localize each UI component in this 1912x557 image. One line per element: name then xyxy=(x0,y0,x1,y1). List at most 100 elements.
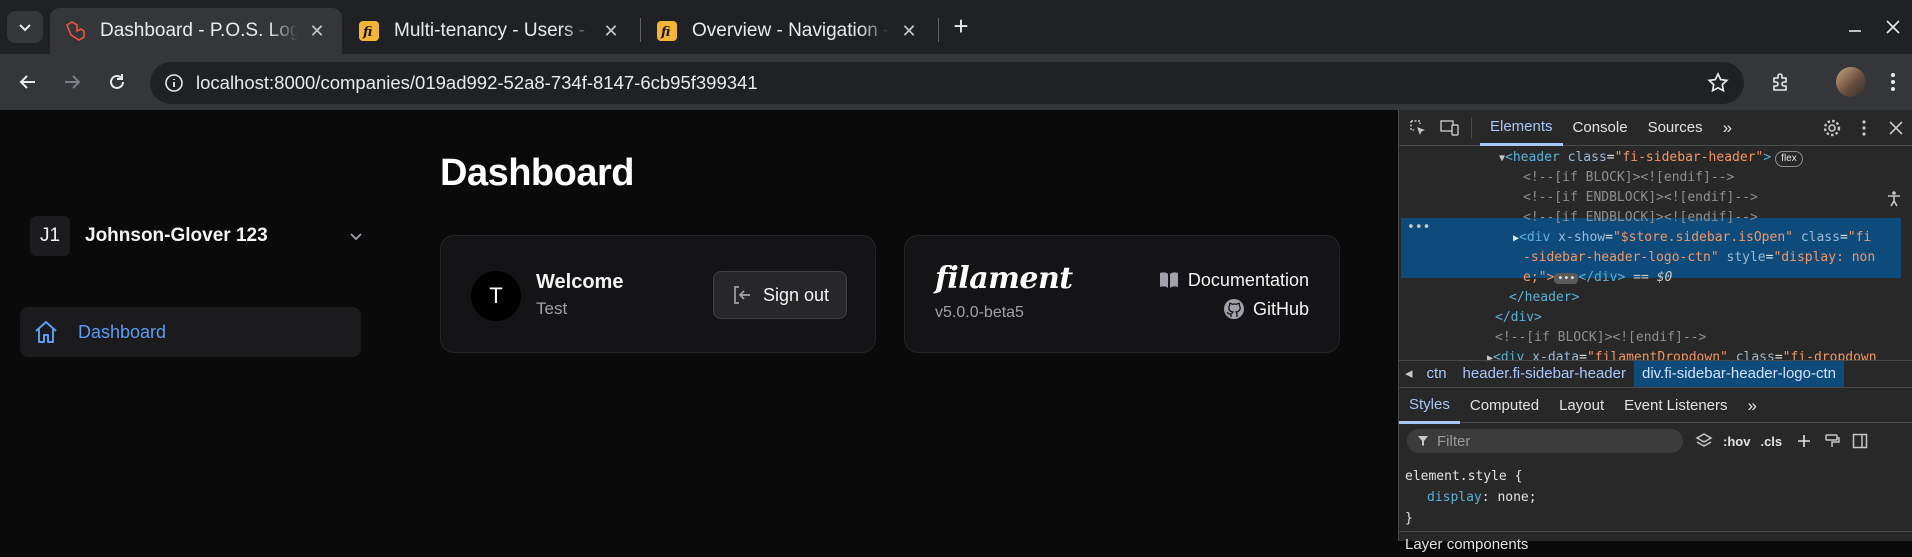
settings-gear-icon[interactable] xyxy=(1819,115,1845,141)
style-rule-close: } xyxy=(1405,511,1413,526)
filament-icon: fi xyxy=(657,21,677,41)
sign-out-label: Sign out xyxy=(763,284,830,305)
bookmark-star-icon[interactable] xyxy=(1706,71,1730,95)
tab-title: Multi-tenancy - Users - xyxy=(394,20,586,41)
devtools-tab-elements[interactable]: Elements xyxy=(1480,110,1563,146)
reload-icon xyxy=(110,74,124,89)
inspect-element-icon[interactable] xyxy=(1405,115,1431,141)
dom-node-logo-ctn-wrap: -sidebar-header-logo-ctn" style="display… xyxy=(1523,250,1876,265)
hov-toggle[interactable]: :hov xyxy=(1723,434,1750,449)
close-devtools-icon[interactable] xyxy=(1883,115,1909,141)
close-window-button[interactable] xyxy=(1878,14,1908,40)
filter-icon xyxy=(1418,436,1428,446)
sign-out-button[interactable]: Sign out xyxy=(713,271,847,319)
styles-subtabs: Styles Computed Layout Event Listeners » xyxy=(1399,388,1912,424)
laravel-icon xyxy=(66,21,85,41)
toggle-sidebar-icon[interactable] xyxy=(1852,433,1868,449)
dom-node-logo-ctn-end: e;"> ••• </div> == $0 xyxy=(1523,270,1673,285)
dom-node-div-close[interactable]: </div> xyxy=(1495,308,1542,328)
dom-comment[interactable]: <!--[if ENDBLOCK]><![endif]--> xyxy=(1523,188,1758,208)
forward-button[interactable] xyxy=(56,66,88,98)
breadcrumb-item[interactable]: ctn xyxy=(1419,361,1455,387)
devtools-panel: Elements Console Sources » ••• ▼<header … xyxy=(1398,110,1912,553)
filament-version: v5.0.0-beta5 xyxy=(935,304,1024,321)
devtools-tab-console[interactable]: Console xyxy=(1563,110,1638,146)
close-icon[interactable]: ✕ xyxy=(306,20,328,42)
dom-node-logo-ctn[interactable]: ▶<div x-show="$store.sidebar.isOpen" cla… xyxy=(1513,228,1871,249)
new-tab-button[interactable]: + xyxy=(948,13,974,40)
breadcrumb-scroll-left-icon[interactable]: ◂ xyxy=(1399,361,1419,387)
sign-out-icon xyxy=(734,286,750,304)
address-bar[interactable]: localhost:8000/companies/019ad992-52a8-7… xyxy=(150,62,1744,104)
ellipsis-icon[interactable]: ••• xyxy=(1407,218,1430,238)
dom-comment[interactable]: <!--[if ENDBLOCK]><![endif]--> xyxy=(1523,208,1758,228)
tab-search-button[interactable] xyxy=(7,11,43,43)
reload-button[interactable] xyxy=(101,66,133,98)
cls-toggle[interactable]: .cls xyxy=(1760,434,1782,449)
close-icon[interactable]: ✕ xyxy=(600,20,622,42)
dom-node-header[interactable]: ▼<header class="fi-sidebar-header"> flex xyxy=(1499,148,1803,169)
more-tabs-icon[interactable]: » xyxy=(1713,110,1742,146)
paint-roller-icon[interactable] xyxy=(1824,433,1840,449)
style-declaration[interactable]: display: none; xyxy=(1427,487,1537,508)
subtab-layout[interactable]: Layout xyxy=(1549,388,1614,424)
filter-placeholder: Filter xyxy=(1437,432,1471,450)
device-toolbar-icon[interactable] xyxy=(1437,115,1463,141)
minimize-icon xyxy=(1849,30,1861,32)
github-link[interactable]: GitHub xyxy=(1223,298,1309,320)
url-text: localhost:8000/companies/019ad992-52a8-7… xyxy=(196,72,758,93)
add-rule-icon[interactable] xyxy=(1796,433,1812,449)
site-info-icon[interactable] xyxy=(162,71,186,95)
minimize-button[interactable] xyxy=(1840,14,1870,40)
styles-filter-row: Filter :hov .cls xyxy=(1399,423,1912,459)
breadcrumb: ◂ ctn header.fi-sidebar-header div.fi-si… xyxy=(1399,360,1912,388)
back-button[interactable] xyxy=(12,66,44,98)
filament-logo: filament xyxy=(935,261,1073,296)
subtab-event-listeners[interactable]: Event Listeners xyxy=(1614,388,1737,424)
accessibility-icon[interactable] xyxy=(1881,186,1907,212)
more-subtabs-icon[interactable]: » xyxy=(1738,388,1767,424)
kebab-menu-icon xyxy=(1891,73,1895,91)
tab-dashboard[interactable]: Dashboard - P.O.S. Log ✕ xyxy=(50,8,342,54)
tab-overview-navigation[interactable]: fi Overview - Navigation - ✕ xyxy=(642,8,934,54)
home-icon xyxy=(35,321,57,343)
tab-strip: Dashboard - P.O.S. Log ✕ fi Multi-tenanc… xyxy=(0,0,1912,54)
book-icon xyxy=(1159,272,1178,288)
subtab-computed[interactable]: Computed xyxy=(1460,388,1549,424)
browser-toolbar: localhost:8000/companies/019ad992-52a8-7… xyxy=(0,54,1912,110)
breadcrumb-item-active[interactable]: div.fi-sidebar-header-logo-ctn xyxy=(1634,361,1844,387)
close-icon[interactable]: ✕ xyxy=(898,20,920,42)
dom-node-header-close[interactable]: </header> xyxy=(1509,288,1579,308)
chrome-menu-button[interactable] xyxy=(1878,67,1908,97)
sidebar-item-label: Dashboard xyxy=(78,321,167,342)
welcome-widget: T Welcome Test Sign out xyxy=(440,235,876,353)
breadcrumb-item[interactable]: header.fi-sidebar-header xyxy=(1455,361,1634,387)
tab-multi-tenancy[interactable]: fi Multi-tenancy - Users - ✕ xyxy=(344,8,636,54)
dom-comment[interactable]: <!--[if BLOCK]><![endif]--> xyxy=(1495,328,1706,348)
svg-text:fi: fi xyxy=(362,25,372,40)
styles-filter-input[interactable]: Filter xyxy=(1407,429,1683,453)
user-avatar: T xyxy=(471,271,521,321)
tab-title: Dashboard - P.O.S. Log xyxy=(100,20,298,41)
layers-icon[interactable] xyxy=(1695,432,1713,450)
profile-avatar[interactable] xyxy=(1836,67,1866,97)
devtools-tab-sources[interactable]: Sources xyxy=(1638,110,1713,146)
dom-comment[interactable]: <!--[if BLOCK]><![endif]--> xyxy=(1523,168,1734,188)
page-title: Dashboard xyxy=(440,152,634,194)
chevron-down-icon xyxy=(350,233,362,241)
style-rule-selector[interactable]: element.style { xyxy=(1405,466,1522,487)
documentation-link[interactable]: Documentation xyxy=(1158,269,1309,291)
tenant-switcher[interactable]: J1 Johnson-Glover 123 xyxy=(30,215,370,257)
extensions-button[interactable] xyxy=(1766,67,1796,97)
devtools-toolbar: Elements Console Sources » xyxy=(1399,110,1912,146)
dom-tree[interactable]: ••• ▼<header class="fi-sidebar-header"> f… xyxy=(1399,146,1912,365)
flex-badge[interactable]: flex xyxy=(1775,151,1803,167)
documentation-label: Documentation xyxy=(1187,269,1309,290)
layer-section-label: Layer components xyxy=(1399,531,1912,557)
subtab-styles[interactable]: Styles xyxy=(1399,388,1460,424)
puzzle-icon xyxy=(1773,73,1787,91)
page-viewport: J1 Johnson-Glover 123 Dashboard Dashboar… xyxy=(0,110,1398,541)
github-icon xyxy=(1223,299,1244,319)
sidebar-item-dashboard[interactable]: Dashboard xyxy=(20,307,361,357)
devtools-menu-icon[interactable] xyxy=(1851,115,1877,141)
